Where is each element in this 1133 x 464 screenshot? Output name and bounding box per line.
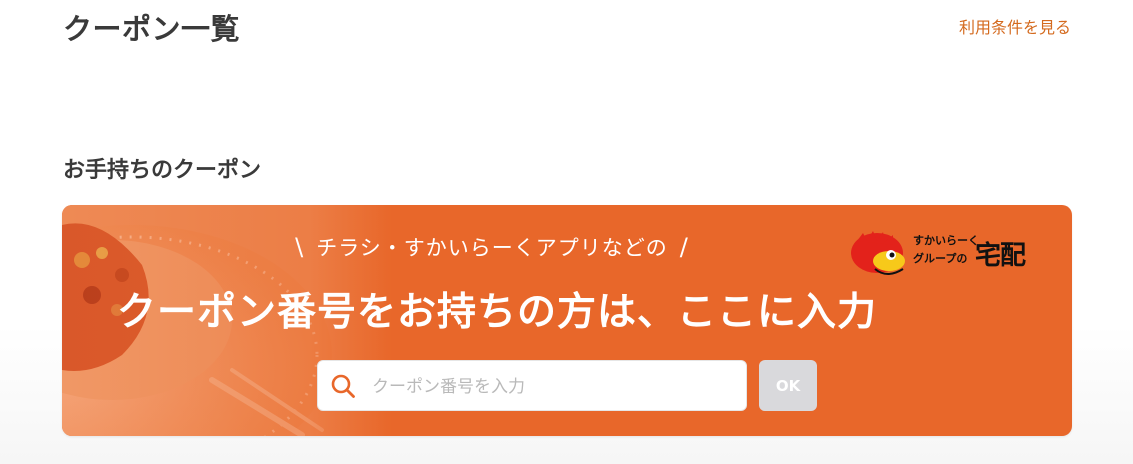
coupon-search-box[interactable]	[317, 360, 747, 412]
banner-headline: クーポン番号をお持ちの方は、ここに入力	[116, 290, 877, 335]
lead-slash-left: \	[295, 233, 305, 261]
mascot-icon	[851, 231, 905, 275]
ok-button[interactable]: OK	[759, 360, 817, 411]
section-title: お手持ちのクーポン	[63, 158, 262, 183]
brand-line1: すかいらーく	[913, 234, 979, 247]
banner-lead-text: チラシ・すかいらーくアプリなどの	[316, 236, 668, 260]
brand-text: すかいらーく グループの	[913, 235, 979, 266]
coupon-number-input[interactable]	[370, 361, 734, 412]
terms-link[interactable]: 利用条件を見る	[959, 14, 1071, 38]
search-icon	[331, 374, 355, 398]
lead-slash-right: /	[679, 233, 689, 261]
brand-main: 宅配	[975, 241, 1026, 271]
brand-line2: グループの	[913, 252, 968, 265]
brand-logo: すかいらーく グループの 宅配	[847, 229, 1037, 281]
page-title: クーポン一覧	[63, 12, 241, 46]
coupon-input-banner: \ チラシ・すかいらーくアプリなどの / すかいらーく グループの 宅配 クーポン番…	[62, 205, 1072, 436]
